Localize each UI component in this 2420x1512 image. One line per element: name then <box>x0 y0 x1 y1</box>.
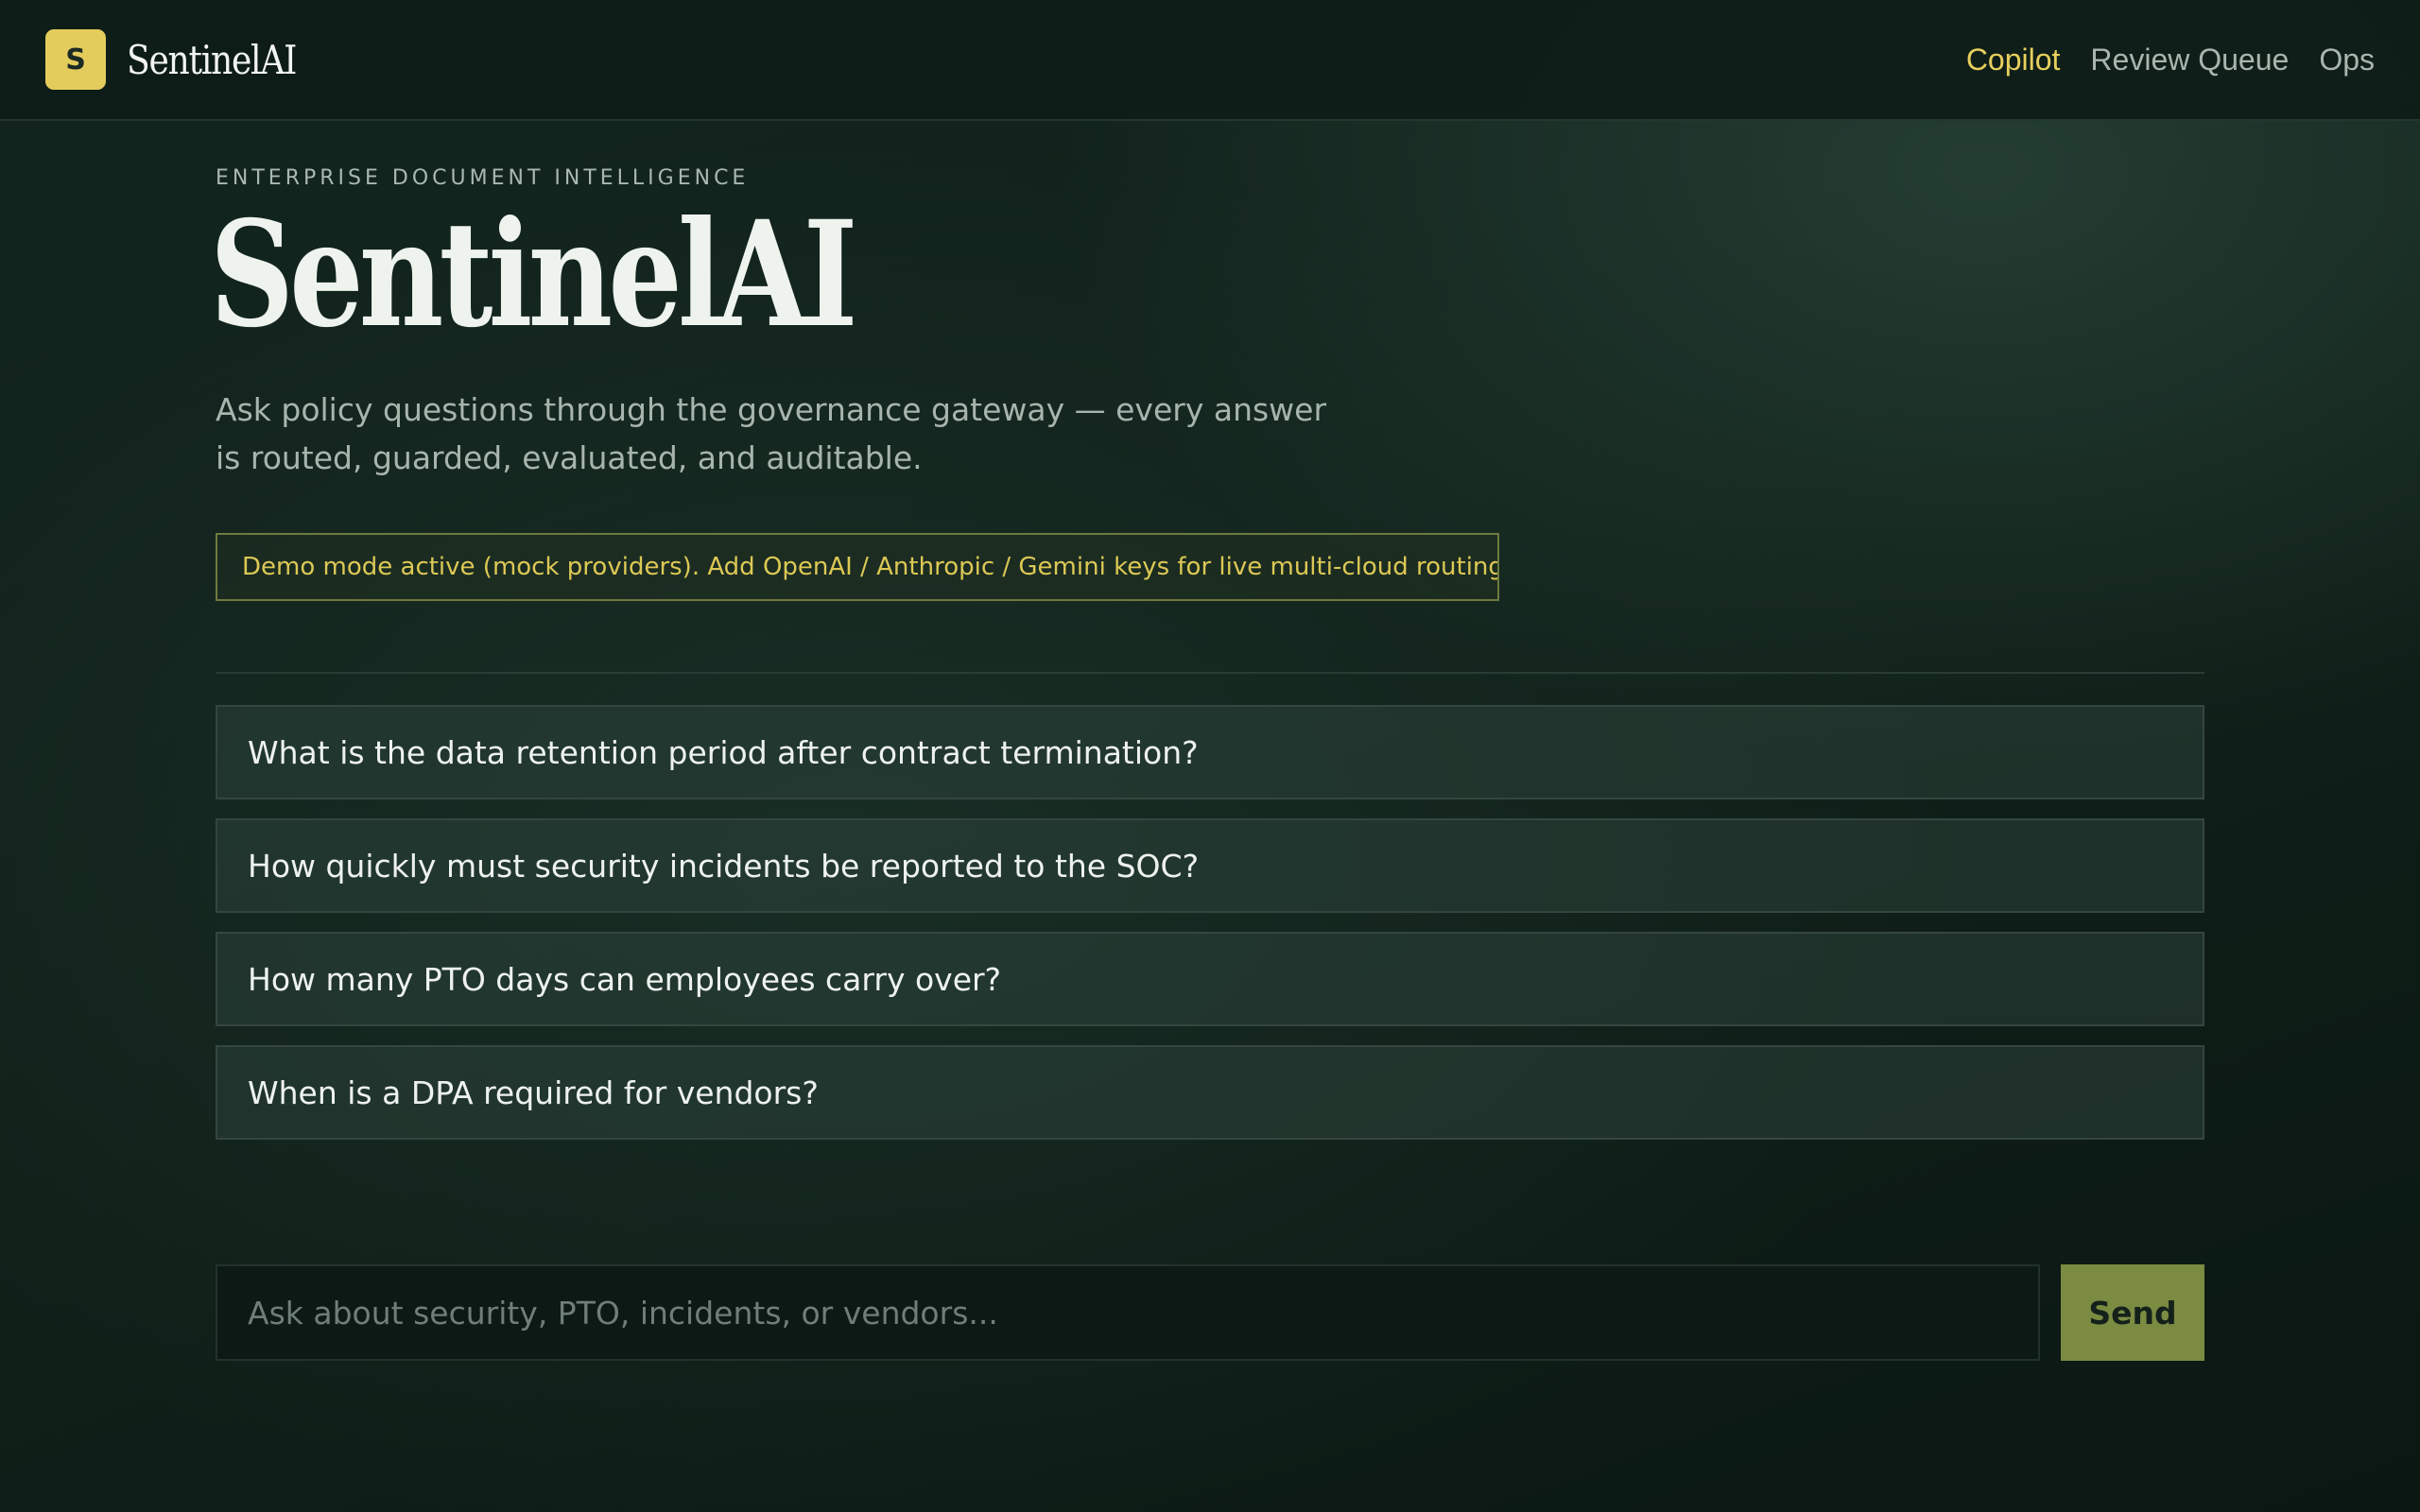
suggested-questions: What is the data retention period after … <box>216 705 2204 1159</box>
nav-link-ops[interactable]: Ops <box>2319 43 2375 77</box>
main-nav: Copilot Review Queue Ops <box>1936 43 2375 77</box>
question-input[interactable] <box>216 1264 2040 1361</box>
top-bar: S SentinelAI Copilot Review Queue Ops <box>0 0 2420 121</box>
nav-link-copilot[interactable]: Copilot <box>1966 43 2061 77</box>
eyebrow-label: ENTERPRISE DOCUMENT INTELLIGENCE <box>216 166 750 190</box>
page-subtitle: Ask policy questions through the governa… <box>216 391 1327 476</box>
suggested-question[interactable]: How many PTO days can employees carry ov… <box>216 932 2204 1026</box>
logo-badge: S <box>45 29 106 90</box>
nav-link-review-queue[interactable]: Review Queue <box>2090 43 2289 77</box>
suggested-question[interactable]: How quickly must security incidents be r… <box>216 818 2204 913</box>
brand[interactable]: S SentinelAI <box>45 29 323 90</box>
brand-name: SentinelAI <box>127 36 297 83</box>
demo-mode-notice: Demo mode active (mock providers). Add O… <box>216 533 1499 601</box>
section-divider <box>216 672 2204 674</box>
send-button[interactable]: Send <box>2061 1264 2204 1361</box>
suggested-question[interactable]: What is the data retention period after … <box>216 705 2204 799</box>
page-title: SentinelAI <box>210 189 857 360</box>
ask-bar: Send <box>216 1264 2204 1361</box>
suggested-question[interactable]: When is a DPA required for vendors? <box>216 1045 2204 1140</box>
